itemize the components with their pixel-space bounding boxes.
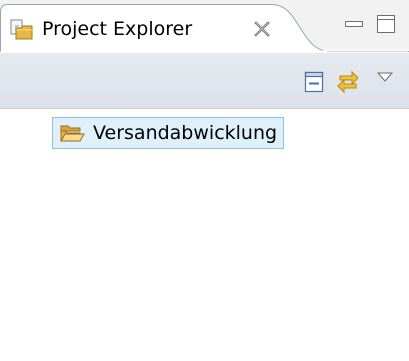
open-folder-icon [60, 125, 85, 142]
close-icon[interactable] [252, 19, 272, 39]
view-menu-chevron-down-icon[interactable] [375, 68, 395, 88]
tree-item-versandabwicklung[interactable]: Versandabwicklung [52, 117, 285, 149]
project-explorer-view: Project Explorer Versandabwicklung [0, 0, 409, 361]
tab-title[interactable]: Project Explorer [42, 17, 192, 41]
project-tree: Versandabwicklung [0, 110, 409, 361]
tree-item-label: Versandabwicklung [93, 122, 278, 144]
maximize-icon[interactable] [374, 12, 398, 36]
view-tab-strip: Project Explorer [0, 0, 409, 52]
link-with-editor-icon[interactable] [334, 66, 362, 94]
project-explorer-icon [10, 19, 33, 40]
collapse-all-icon[interactable] [300, 68, 328, 96]
minimize-icon[interactable] [342, 12, 366, 36]
